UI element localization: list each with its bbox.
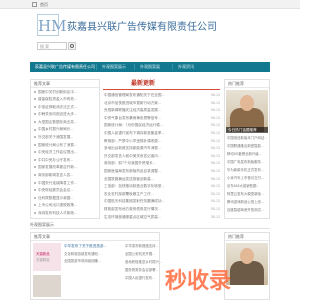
site-title: 荻嘉县兴联广告传媒有限责任公司	[67, 22, 217, 33]
list-item[interactable]: 百度智能驾驶开放测试...	[227, 208, 268, 212]
list-item[interactable]: 国家统计局公布了消费...	[31, 141, 99, 149]
recommend-panel-title: 推荐文章	[31, 80, 99, 88]
nav-item-home[interactable]: 荻嘉县兴联广告传媒有限责任公司	[35, 64, 95, 70]
news-row[interactable]: 中央气象台发布暴雨黄色预警信号... 08-13	[104, 115, 220, 123]
nav-item-news[interactable]: 外观资讯	[178, 64, 194, 70]
list-item[interactable]: 社科院数据显示我国...	[31, 194, 99, 202]
main-nav: 荻嘉县兴联广告传媒有限责任公司 外观图案展示 外观图案展 外观资讯	[30, 62, 270, 72]
nav-item-gallery-2[interactable]: 外观图案展	[140, 64, 160, 70]
list-item[interactable]: 中央经济工作会议提出...	[31, 149, 99, 157]
search-button[interactable]	[68, 42, 76, 50]
news-row[interactable]: 北京市加快推进城市更新行动方案... 08-13	[104, 100, 220, 108]
card-title[interactable]: 中华发布了关于推进旅游...	[64, 244, 124, 248]
news-row[interactable]: 商务部：前7个月我国外贸增长... 08-13	[104, 160, 220, 168]
bottom-left-panel-title: 推荐文章	[31, 233, 159, 241]
news-row[interactable]: 中国通信管理局发布通知关于在全国... 08-13	[104, 92, 220, 100]
list-item[interactable]: 小米汽车上市首月交付...	[227, 176, 268, 180]
news-row[interactable]: 财政部发布地方政府债券发行情况... 08-13	[104, 206, 220, 214]
news-row[interactable]: 央视新闻联播关注经济高质量发展... 08-13	[104, 107, 220, 115]
news-row[interactable]: 农业农村部部署秋粮生产工作... 08-13	[104, 191, 220, 199]
product-thumbnail[interactable]	[33, 275, 61, 297]
list-item[interactable]: 中信证券取消无法正式...	[31, 103, 99, 111]
featured-photo[interactable]	[226, 243, 268, 285]
news-divider	[103, 89, 220, 90]
bottom-right-panel-title: 热门推荐	[225, 233, 269, 241]
nav-item-gallery[interactable]: 外观图案展示	[102, 64, 126, 70]
list-item[interactable]: 中韩关系向前迈进大步...	[31, 111, 99, 119]
list-item[interactable]: 中国乡村振兴局局长...	[31, 126, 99, 134]
news-row[interactable]: 生态环境部通报重点区域空气质量... 08-13	[104, 214, 220, 222]
product-thumbnail[interactable]: 天猫新品 天猫精选	[33, 243, 61, 271]
list-item[interactable]: 外交部关于我国发展...	[31, 134, 99, 142]
list-item[interactable]: 各地积极推进乡村振兴...	[125, 260, 185, 264]
nav-separator	[134, 64, 135, 70]
search-icon	[70, 44, 74, 48]
list-item[interactable]: 中华发布新措施支持...	[125, 244, 185, 248]
news-row[interactable]: 国家统计局：7月份国民经济运行稳... 08-13	[104, 122, 220, 130]
latest-news-title: 最新更新	[131, 81, 156, 87]
nav-separator	[96, 64, 97, 70]
list-item[interactable]: 移动5G套餐全新升级...	[227, 152, 268, 156]
list-item[interactable]: 增量保险资金入市有效...	[31, 96, 99, 104]
news-row[interactable]: 多地出台新政支持新能源汽车消费... 08-13	[104, 145, 220, 153]
home-link[interactable]: 首页	[40, 2, 48, 7]
featured-photo[interactable]	[226, 90, 268, 132]
list-item[interactable]: 深圳发布科技人才新政...	[31, 210, 99, 218]
site-logo[interactable]: HM	[37, 14, 66, 36]
bottom-section-title: 外观图案展示	[30, 222, 270, 229]
list-item[interactable]: 中国央行连续降息工作...	[31, 179, 99, 187]
card-text: 文化和旅游部发布通知...	[64, 252, 101, 256]
news-row[interactable]: 工信部：加快推动制造业数字化转型... 08-13	[104, 183, 220, 191]
home-icon[interactable]	[32, 2, 37, 7]
list-item[interactable]: 上市公司出口退税政策...	[31, 202, 99, 210]
featured-photo-caption[interactable]: 今日热门话题推荐	[226, 127, 268, 133]
list-item[interactable]: 大型国企数据化商业变...	[31, 118, 99, 126]
list-item[interactable]: 中国广电发布新版服务...	[227, 160, 268, 164]
news-row[interactable]: 中国人民银行宣布下调存款准备金率... 08-13	[104, 130, 220, 138]
news-row[interactable]: 全国铁路暑运发送旅客创新高... 08-13	[104, 176, 220, 184]
list-item[interactable]: 中国联通推出新型智能...	[227, 144, 268, 148]
top-bar: 首页	[0, 0, 300, 9]
list-item[interactable]: 国家发展改革委召开新...	[31, 164, 99, 172]
news-row[interactable]: 国家医保局发布新版药品目录调整... 08-13	[104, 168, 220, 176]
list-item[interactable]: 商务部新闻发言人答...	[31, 172, 99, 180]
watermark-text: 秒收录	[165, 269, 232, 294]
list-item[interactable]: 中央财经委员会会议...	[31, 187, 99, 195]
recommend-panel: 推荐文章 国家中关村创新街区中... 增量保险资金入市有效... 中信证券取消无…	[30, 79, 100, 219]
card-text: 全国旅游市场持续回暖...	[64, 259, 101, 263]
list-item[interactable]: 京东618大促销售额...	[227, 184, 268, 188]
nav-separator	[172, 64, 173, 70]
news-row[interactable]: 教育部：严禁中小学违规补课收费... 08-13	[104, 138, 220, 146]
list-item[interactable]: 中共中央办公厅发布...	[31, 156, 99, 164]
hot-panel-title: 热门推荐	[225, 80, 269, 88]
list-item[interactable]: 阿里云发布大模型新版...	[227, 192, 268, 196]
list-item[interactable]: 腾讯游戏新品公测上线...	[227, 200, 268, 204]
search-input[interactable]: 搜 索	[37, 42, 67, 50]
news-row[interactable]: 外交部发言人就中美关系答记者问... 08-13	[104, 153, 220, 161]
list-item[interactable]: 中国电信新版本门户网站...	[227, 136, 268, 140]
list-item[interactable]: 全国公安机关开展...	[125, 252, 185, 256]
list-item[interactable]: 国家中关村创新街区中...	[31, 88, 99, 96]
list-item[interactable]: 华为新款手机正式发布...	[227, 168, 268, 172]
news-row[interactable]: 中国航天科技集团发射任务圆满成功... 08-13	[104, 198, 220, 206]
